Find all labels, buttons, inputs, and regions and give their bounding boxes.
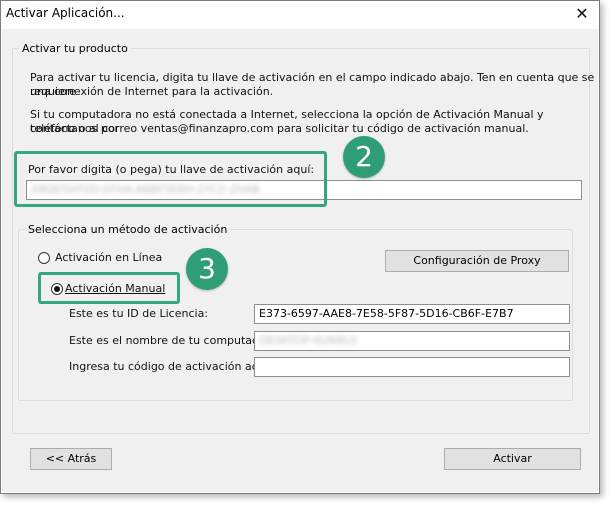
manual-code-label: Ingresa tu código de activación aquí: (69, 360, 273, 373)
product-group-legend: Activar tu producto (22, 42, 128, 55)
step-2-badge: 2 (343, 136, 385, 178)
online-activation-radio[interactable] (38, 252, 50, 264)
license-id-field[interactable]: E373-6597-AAE8-7E58-5F87-5D16-CB6F-E7B7 (254, 304, 570, 324)
step-3-callout (38, 272, 180, 304)
activation-method-legend: Selecciona un método de activación (28, 223, 228, 236)
license-id-label: Este es tu ID de Licencia: (69, 307, 209, 320)
dialog-body: Activar tu producto Para activar tu lice… (2, 29, 598, 492)
computer-name-field[interactable]: DESKTOP-6UN8L0 (254, 331, 570, 351)
proxy-settings-button[interactable]: Configuración de Proxy (385, 250, 569, 272)
window-title: Activar Aplicación... (6, 6, 125, 20)
intro-text-line2: una conexión de Internet para la activac… (30, 85, 274, 98)
step-2-callout (14, 151, 327, 207)
title-bar: Activar Aplicación... ✕ (1, 1, 599, 29)
step-3-badge: 3 (186, 248, 228, 290)
back-button[interactable]: << Atrás (30, 448, 112, 470)
computer-name-value: DESKTOP-6UN8L0 (259, 334, 357, 347)
online-activation-label[interactable]: Activación en Línea (55, 251, 162, 265)
offline-text-line2: teléfono o al correo ventas@finanzapro.c… (30, 122, 529, 135)
computer-name-label: Este es el nombre de tu computadora: (69, 334, 281, 347)
manual-code-input[interactable] (254, 357, 570, 377)
activate-button[interactable]: Activar (444, 448, 581, 470)
close-icon[interactable]: ✕ (571, 3, 593, 25)
activation-dialog: Activar Aplicación... ✕ Activar tu produ… (0, 0, 600, 494)
